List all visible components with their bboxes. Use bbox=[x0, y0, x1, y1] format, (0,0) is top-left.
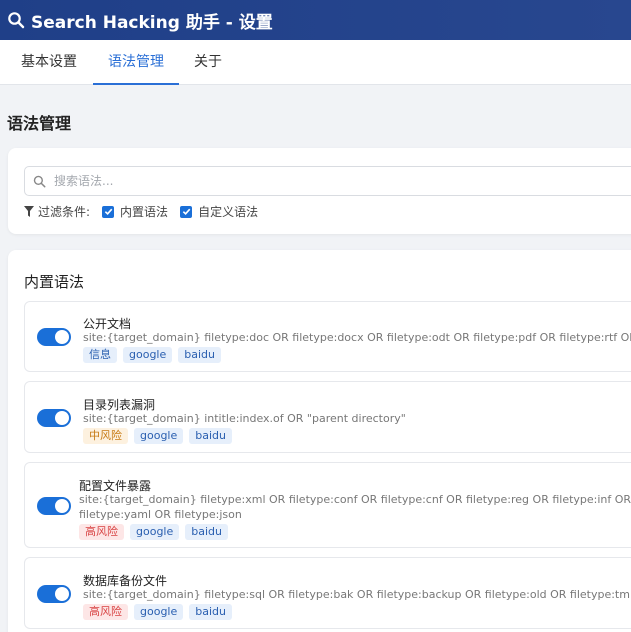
syntax-item: 公开文档 site:{target_domain} filetype:doc O… bbox=[24, 301, 631, 372]
search-field[interactable] bbox=[24, 166, 631, 196]
tab-about[interactable]: 关于 bbox=[186, 40, 230, 85]
syntax-tags: 信息 google baidu bbox=[83, 347, 221, 363]
search-icon bbox=[8, 12, 25, 29]
risk-badge: 信息 bbox=[83, 347, 117, 363]
enable-toggle[interactable] bbox=[37, 585, 71, 603]
toggle-knob bbox=[55, 587, 69, 601]
enable-toggle[interactable] bbox=[37, 409, 71, 427]
syntax-tags: 高风险 google baidu bbox=[83, 604, 232, 620]
builtin-section-title: 内置语法 bbox=[24, 273, 85, 291]
syntax-tags: 中风险 google baidu bbox=[83, 428, 232, 444]
engine-tag-google: google bbox=[134, 428, 184, 444]
builtin-checkbox-label[interactable]: 内置语法 bbox=[120, 203, 168, 220]
syntax-item: 目录列表漏洞 site:{target_domain} intitle:inde… bbox=[24, 381, 631, 453]
syntax-item: 配置文件暴露 site:{target_domain} filetype:xml… bbox=[24, 462, 631, 548]
syntax-item: 数据库备份文件 site:{target_domain} filetype:sq… bbox=[24, 557, 631, 629]
engine-tag-google: google bbox=[134, 604, 184, 620]
custom-checkbox-label[interactable]: 自定义语法 bbox=[198, 203, 258, 220]
syntax-query: site:{target_domain} filetype:xml OR fil… bbox=[79, 493, 631, 506]
syntax-query: site:{target_domain} intitle:index.of OR… bbox=[83, 412, 406, 425]
risk-badge: 高风险 bbox=[79, 524, 124, 540]
syntax-query-continued: filetype:yaml OR filetype:json bbox=[79, 508, 242, 521]
engine-tag-baidu: baidu bbox=[185, 524, 228, 540]
search-input[interactable] bbox=[54, 174, 614, 188]
enable-toggle[interactable] bbox=[37, 497, 71, 515]
engine-tag-baidu: baidu bbox=[178, 347, 221, 363]
toggle-knob bbox=[55, 499, 69, 513]
engine-tag-baidu: baidu bbox=[189, 604, 232, 620]
filter-panel: 过滤条件: 内置语法 自定义语法 bbox=[8, 148, 631, 234]
tab-basic-settings[interactable]: 基本设置 bbox=[10, 40, 88, 85]
custom-checkbox[interactable] bbox=[180, 205, 193, 218]
syntax-tags: 高风险 google baidu bbox=[79, 524, 228, 540]
toggle-knob bbox=[55, 411, 69, 425]
enable-toggle[interactable] bbox=[37, 328, 71, 346]
syntax-query: site:{target_domain} filetype:doc OR fil… bbox=[83, 331, 631, 344]
builtin-checkbox[interactable] bbox=[102, 205, 115, 218]
engine-tag-google: google bbox=[123, 347, 173, 363]
search-icon bbox=[33, 175, 46, 187]
builtin-syntax-panel: 内置语法 公开文档 site:{target_domain} filetype:… bbox=[8, 250, 631, 632]
toggle-knob bbox=[55, 330, 69, 344]
filter-label: 过滤条件: bbox=[38, 205, 91, 219]
filter-conditions: 过滤条件: 内置语法 自定义语法 bbox=[24, 203, 258, 220]
page-title: 语法管理 bbox=[7, 114, 72, 133]
engine-tag-baidu: baidu bbox=[189, 428, 232, 444]
title-bar: Search Hacking 助手 - 设置 bbox=[0, 0, 631, 40]
tab-syntax-management[interactable]: 语法管理 bbox=[93, 40, 179, 85]
syntax-query: site:{target_domain} filetype:sql OR fil… bbox=[83, 588, 631, 601]
funnel-icon bbox=[24, 206, 34, 217]
risk-badge: 高风险 bbox=[83, 604, 128, 620]
window-title: Search Hacking 助手 - 设置 bbox=[31, 12, 273, 33]
check-icon bbox=[182, 208, 190, 216]
risk-badge: 中风险 bbox=[83, 428, 128, 444]
engine-tag-google: google bbox=[130, 524, 180, 540]
tab-bar: 基本设置 语法管理 关于 bbox=[0, 40, 631, 85]
check-icon bbox=[104, 208, 112, 216]
